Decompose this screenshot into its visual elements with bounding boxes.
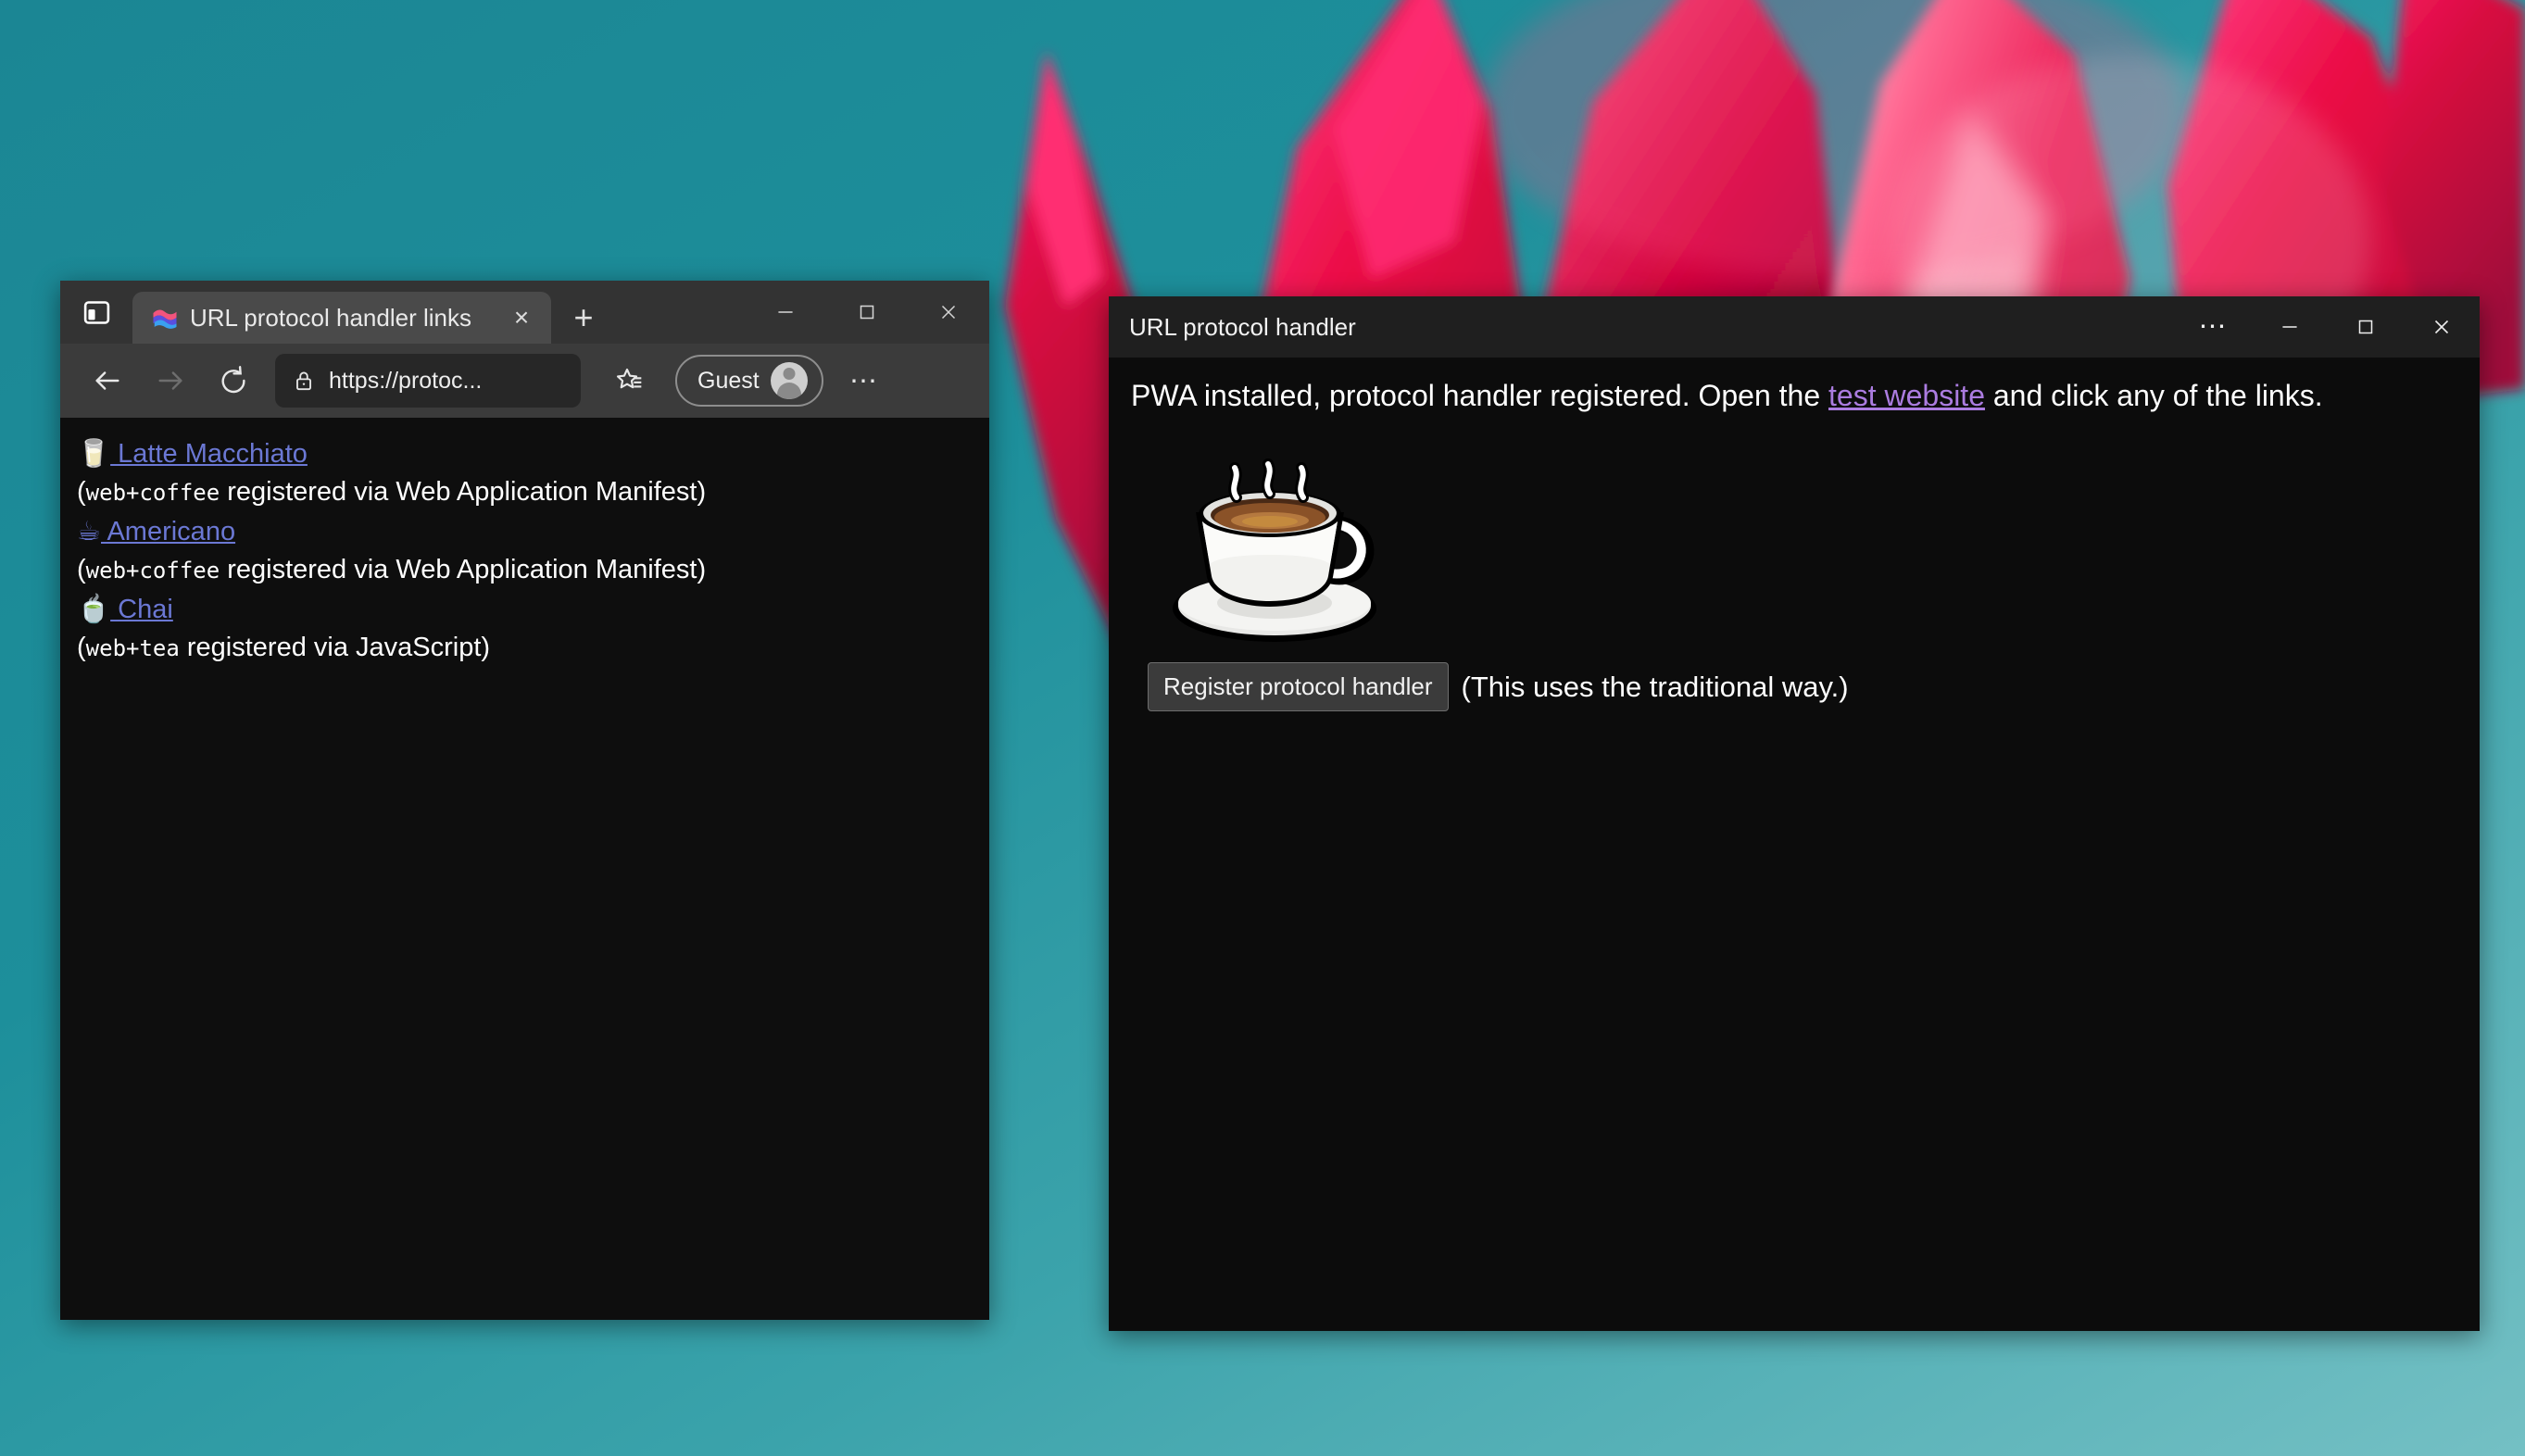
maximize-icon[interactable] bbox=[2328, 296, 2404, 358]
protocol-link-americano[interactable]: ☕ Americano bbox=[77, 515, 236, 546]
browser-titlebar: URL protocol handler links × + bbox=[60, 281, 989, 344]
list-item-note: (web+tea registered via JavaScript) bbox=[77, 633, 491, 662]
list-item: ☕ Americano bbox=[77, 512, 989, 551]
hot-beverage-icon: ☕ bbox=[77, 515, 101, 546]
lock-icon bbox=[292, 369, 316, 393]
scheme-latte: web+coffee bbox=[85, 480, 220, 506]
tab-actions-sidebar-toggle-icon[interactable] bbox=[60, 281, 132, 344]
pwa-titlebar: URL protocol handler ⋯ bbox=[1109, 296, 2480, 358]
pwa-button-row: Register protocol handler (This uses the… bbox=[1148, 662, 2457, 712]
minimize-icon[interactable] bbox=[2252, 296, 2328, 358]
pwa-window-controls: ⋯ bbox=[2176, 296, 2480, 358]
browser-toolbar: https://protoc... Guest ⋯ bbox=[60, 344, 989, 418]
forward-arrow-icon[interactable] bbox=[142, 352, 199, 409]
pwa-app-menu-icon[interactable]: ⋯ bbox=[2176, 296, 2252, 358]
refresh-icon[interactable] bbox=[205, 352, 262, 409]
hot-coffee-cup-illustration bbox=[1151, 440, 1401, 653]
pwa-content: PWA installed, protocol handler register… bbox=[1109, 358, 2480, 1331]
list-item-note: (web+coffee registered via Web Applicati… bbox=[77, 477, 707, 507]
close-icon[interactable] bbox=[2404, 296, 2480, 358]
profile-label: Guest bbox=[697, 367, 760, 394]
protocol-link-chai-label: Chai bbox=[110, 595, 173, 624]
favorites-collections-icon[interactable] bbox=[603, 355, 655, 407]
protocol-link-latte-label: Latte Macchiato bbox=[110, 439, 308, 469]
teacup-without-handle-icon: 🍵 bbox=[77, 593, 111, 624]
register-protocol-handler-button[interactable]: Register protocol handler bbox=[1148, 662, 1449, 712]
url-text[interactable]: https://protoc... bbox=[329, 368, 482, 395]
maximize-icon[interactable] bbox=[826, 281, 908, 344]
scheme-chai: web+tea bbox=[85, 635, 180, 661]
glass-of-milk-icon: 🥛 bbox=[77, 437, 111, 469]
browser-settings-more-icon[interactable]: ⋯ bbox=[838, 355, 890, 407]
edge-browser-window[interactable]: URL protocol handler links × + https://p… bbox=[60, 281, 989, 1320]
tab-close-icon[interactable]: × bbox=[503, 299, 540, 336]
profile-button[interactable]: Guest bbox=[675, 355, 823, 407]
browser-page-content: 🥛 Latte Macchiato (web+coffee registered… bbox=[60, 418, 989, 1320]
scheme-americano: web+coffee bbox=[85, 558, 220, 584]
browser-window-controls bbox=[745, 281, 989, 344]
back-arrow-icon[interactable] bbox=[79, 352, 136, 409]
minimize-icon[interactable] bbox=[745, 281, 826, 344]
pwa-window[interactable]: URL protocol handler ⋯ PWA installed, pr… bbox=[1109, 296, 2480, 1331]
browser-tab[interactable]: URL protocol handler links × bbox=[132, 292, 551, 344]
test-website-link[interactable]: test website bbox=[1828, 379, 1985, 412]
pwa-intro-text: PWA installed, protocol handler register… bbox=[1131, 379, 2323, 412]
list-item-note: (web+coffee registered via Web Applicati… bbox=[77, 555, 707, 584]
register-button-note: (This uses the traditional way.) bbox=[1461, 670, 1849, 703]
protocol-link-chai[interactable]: 🍵 Chai bbox=[77, 593, 173, 624]
list-item: 🍵 Chai bbox=[77, 590, 989, 629]
coffee-site-favicon bbox=[151, 304, 179, 332]
protocol-link-latte[interactable]: 🥛 Latte Macchiato bbox=[77, 437, 308, 469]
protocol-link-americano-label: Americano bbox=[101, 517, 236, 546]
list-item: 🥛 Latte Macchiato bbox=[77, 434, 989, 473]
new-tab-button[interactable]: + bbox=[557, 292, 610, 344]
guest-avatar-icon bbox=[770, 362, 808, 399]
close-icon[interactable] bbox=[908, 281, 989, 344]
pwa-window-title: URL protocol handler bbox=[1129, 312, 1356, 341]
address-bar[interactable]: https://protoc... bbox=[275, 354, 581, 408]
tab-title: URL protocol handler links bbox=[190, 303, 471, 332]
